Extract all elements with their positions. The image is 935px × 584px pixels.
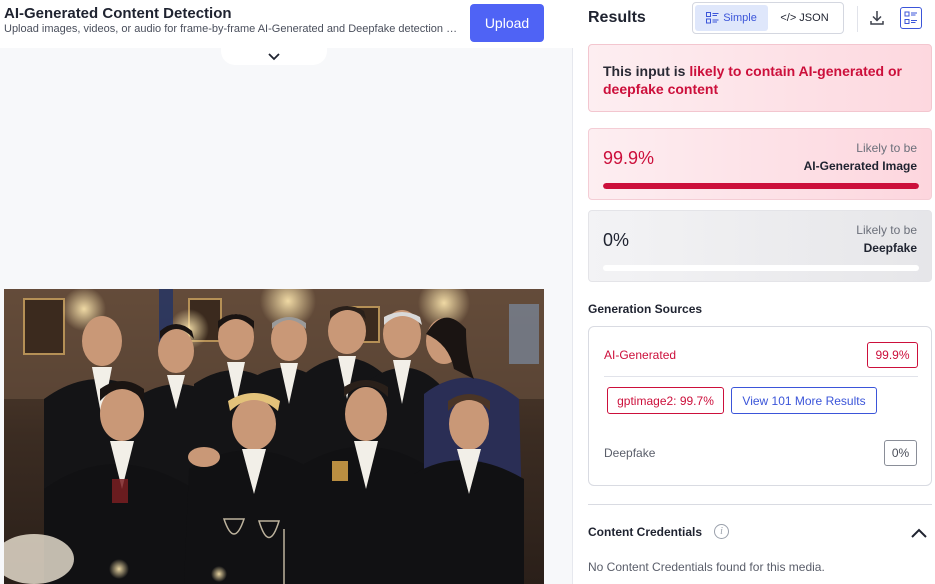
ai-score-value: 99.9%: [603, 148, 655, 168]
ai-score-label: Likely to be AI-Generated Image: [804, 139, 917, 175]
header-divider: [857, 6, 858, 32]
chevron-up-icon[interactable]: [908, 524, 930, 542]
detail-list-icon[interactable]: [900, 7, 922, 29]
content-credentials-title: Content Credentials: [588, 525, 703, 539]
top-bar: AI-Generated Content Detection Upload im…: [0, 0, 573, 48]
verdict-banner: This input is likely to contain AI-gener…: [588, 44, 932, 112]
ai-generated-score-card: 99.9% Likely to be AI-Generated Image: [588, 128, 932, 200]
deepfake-score-value: 0%: [603, 230, 630, 250]
deepfake-score-bar: [603, 265, 919, 271]
simple-view-option[interactable]: Simple: [695, 5, 768, 31]
deepfake-score-label-pre: Likely to be: [856, 223, 917, 237]
uploaded-image: [4, 289, 544, 584]
deepfake-source-label: Deepfake: [604, 446, 656, 460]
ai-generated-source-label: AI-Generated: [604, 348, 677, 362]
deepfake-score-label: Likely to be Deepfake: [856, 221, 917, 257]
results-pane: Results Simple </> JSON This input is li…: [574, 0, 935, 584]
view-more-results-button[interactable]: View 101 More Results: [731, 387, 877, 414]
ai-score-label-pre: Likely to be: [856, 141, 917, 155]
generation-sources-title: Generation Sources: [588, 302, 703, 316]
ai-generated-source-badge: 99.9%: [867, 342, 918, 368]
content-credentials-message: No Content Credentials found for this me…: [588, 560, 825, 574]
json-view-option[interactable]: </> JSON: [768, 5, 841, 31]
simple-view-icon: [706, 12, 719, 24]
page-subtitle: Upload images, videos, or audio for fram…: [4, 23, 464, 35]
deepfake-source-badge: 0%: [884, 440, 917, 466]
credentials-divider: [588, 504, 932, 505]
simple-view-label: Simple: [723, 12, 757, 24]
chevron-down-icon: [268, 52, 280, 60]
collapse-toggle[interactable]: [221, 48, 327, 65]
ai-score-label-main: AI-Generated Image: [803, 159, 917, 173]
media-pane: AI-Generated Content Detection Upload im…: [0, 0, 573, 584]
sources-divider: [604, 376, 918, 377]
verdict-prefix: This input is: [603, 63, 690, 79]
ai-score-bar: [603, 183, 919, 189]
view-mode-toggle: Simple </> JSON: [692, 2, 844, 34]
results-title: Results: [588, 9, 646, 26]
deepfake-score-label-main: Deepfake: [863, 241, 917, 255]
ai-score-bar-fill: [603, 183, 919, 189]
deepfake-score-card: 0% Likely to be Deepfake: [588, 210, 932, 282]
model-result-tag: gptimage2: 99.7%: [607, 387, 724, 414]
json-view-label: </> JSON: [780, 12, 829, 24]
generation-sources-panel: AI-Generated 99.9% gptimage2: 99.7% View…: [588, 326, 932, 486]
page-title: AI-Generated Content Detection: [4, 5, 232, 22]
info-icon[interactable]: i: [714, 524, 729, 539]
download-icon[interactable]: [867, 8, 887, 28]
upload-button[interactable]: Upload: [470, 4, 544, 42]
